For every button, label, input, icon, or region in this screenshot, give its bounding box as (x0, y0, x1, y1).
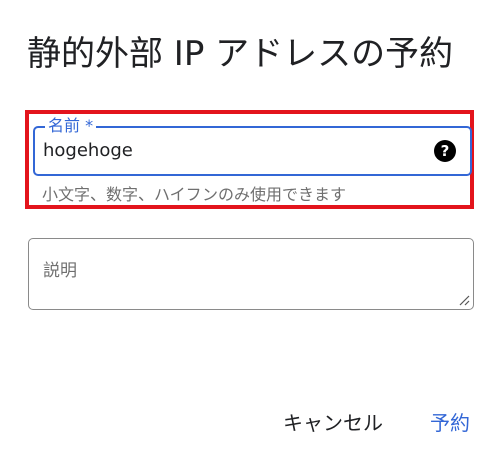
name-field[interactable]: 名前 * hogehoge ? (33, 116, 472, 176)
reserve-static-ip-dialog: 静的外部 IP アドレスの予約 名前 * hogehoge ? 小文字、数字、ハ… (0, 0, 497, 469)
name-field-hint: 小文字、数字、ハイフンのみ使用できます (42, 185, 347, 204)
help-circle-icon[interactable]: ? (434, 140, 456, 162)
name-input-value[interactable]: hogehoge (43, 140, 133, 162)
dialog-title: 静的外部 IP アドレスの予約 (27, 34, 454, 74)
description-field[interactable]: 説明 (28, 238, 474, 310)
resize-handle-icon[interactable] (458, 294, 470, 306)
reserve-button[interactable]: 予約 (430, 407, 470, 436)
name-field-label: 名前 * (45, 116, 97, 136)
cancel-button[interactable]: キャンセル (283, 407, 383, 436)
description-placeholder: 説明 (43, 261, 77, 281)
